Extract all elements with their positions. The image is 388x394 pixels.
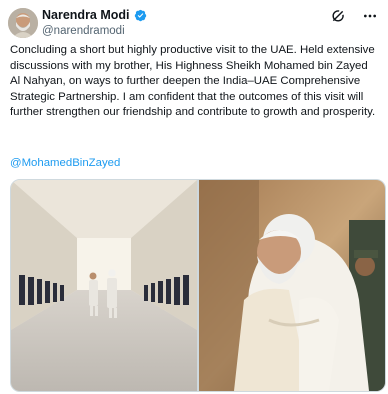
grok-icon-glyph <box>332 10 344 22</box>
author-handle[interactable]: @narendramodi <box>42 24 125 38</box>
verified-badge-icon <box>134 9 146 22</box>
corridor-photo-image <box>11 180 197 391</box>
photo-embrace[interactable] <box>199 180 385 391</box>
more-dots-glyph <box>364 14 376 18</box>
embrace-photo-image <box>199 180 385 391</box>
mention-link[interactable]: @MohamedBinZayed <box>10 156 120 171</box>
author-display-name[interactable]: Narendra Modi <box>42 8 130 23</box>
tweet-text: Concluding a short but highly productive… <box>10 44 376 119</box>
media-grid <box>10 179 386 392</box>
author-name-row: Narendra Modi <box>42 8 147 23</box>
photo-corridor-walk[interactable] <box>11 180 197 391</box>
tweet-top-actions <box>330 8 378 24</box>
grok-icon[interactable] <box>330 8 346 24</box>
more-options-icon[interactable] <box>362 8 378 24</box>
avatar[interactable] <box>8 8 38 38</box>
avatar-image <box>8 8 38 38</box>
